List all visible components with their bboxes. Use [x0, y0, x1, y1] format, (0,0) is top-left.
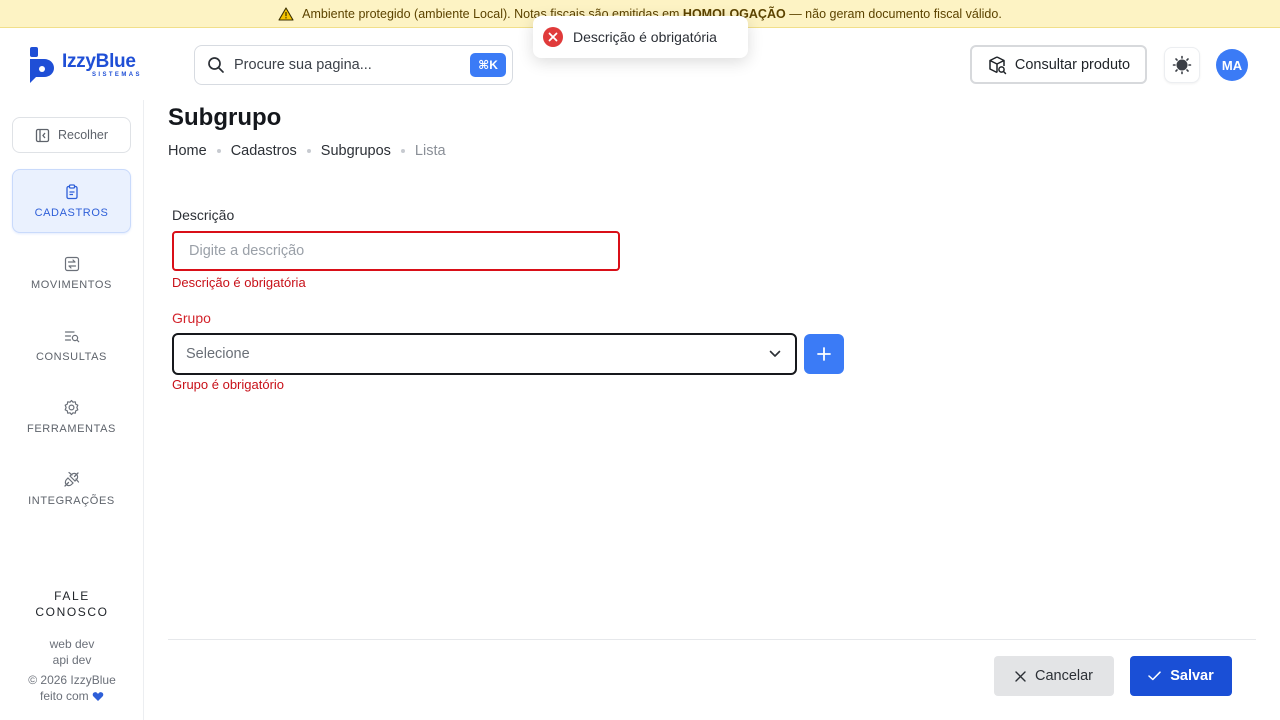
sidebar-item-label: FERRAMENTAS	[27, 423, 116, 435]
chevron-down-icon	[769, 350, 781, 357]
app-logo[interactable]: IzzyBlue SISTEMAS	[28, 44, 158, 86]
cancel-label: Cancelar	[1034, 668, 1094, 684]
add-grupo-button[interactable]	[804, 334, 844, 374]
search-icon	[208, 57, 224, 73]
sun-icon	[1172, 55, 1192, 75]
sidebar-item-label: MOVIMENTOS	[31, 278, 112, 291]
sidebar-item-cadastros[interactable]: CADASTROS	[12, 169, 131, 233]
sidebar: Recolher CADASTROS MOVIMENTOS CONSULTAS …	[0, 100, 144, 720]
api-version: api dev	[52, 653, 92, 667]
package-search-icon	[989, 55, 1007, 74]
grupo-label: Grupo	[172, 310, 211, 326]
descricao-input[interactable]	[172, 231, 620, 271]
logo-mark-icon	[30, 47, 54, 83]
plug-icon	[64, 471, 80, 487]
collapse-sidebar-button[interactable]: Recolher	[12, 117, 131, 153]
plus-icon	[817, 347, 831, 361]
sidebar-item-integracoes[interactable]: INTEGRAÇÕES	[12, 457, 131, 521]
save-button[interactable]: Salvar	[1130, 656, 1232, 696]
consult-product-label: Consultar produto	[1014, 56, 1131, 73]
copyright: © 2026 IzzyBlue	[28, 673, 116, 687]
sidebar-item-movimentos[interactable]: MOVIMENTOS	[12, 241, 131, 305]
close-icon	[1015, 670, 1026, 682]
page-search[interactable]: Procure sua pagina... ⌘K	[194, 45, 513, 85]
grupo-error: Grupo é obrigatório	[172, 377, 285, 392]
sidebar-item-label: INTEGRAÇÕES	[28, 495, 115, 507]
sidebar-item-label: CONSULTAS	[35, 350, 107, 363]
web-version: web dev	[49, 637, 95, 651]
user-avatar[interactable]: MA	[1216, 49, 1248, 81]
sidebar-footer: web dev api dev © 2026 IzzyBlue feito co…	[0, 636, 144, 704]
breadcrumb-separator	[306, 149, 311, 153]
contact-line-1: FALE	[54, 589, 90, 603]
grupo-select-value: Selecione	[186, 346, 250, 362]
breadcrumb-subgrupos[interactable]: Subgrupos	[321, 143, 391, 159]
contact-line-2: CONOSCO	[35, 605, 109, 619]
theme-toggle-button[interactable]	[1164, 47, 1200, 83]
made-with: feito com	[0, 688, 144, 704]
search-shortcut-badge: ⌘K	[470, 53, 506, 77]
descricao-label: Descrição	[172, 207, 235, 223]
grupo-select[interactable]: Selecione	[172, 333, 797, 375]
error-circle-icon	[543, 27, 563, 47]
breadcrumb-separator	[216, 149, 221, 153]
breadcrumb-home[interactable]: Home	[168, 143, 207, 159]
cancel-button[interactable]: Cancelar	[994, 656, 1114, 696]
consult-product-button[interactable]: Consultar produto	[970, 45, 1147, 84]
toast-message: Descrição é obrigatória	[573, 29, 717, 45]
clipboard-icon	[65, 183, 78, 199]
heart-icon	[92, 692, 104, 701]
breadcrumb-current: Lista	[414, 143, 446, 159]
search-placeholder: Procure sua pagina...	[234, 57, 372, 73]
breadcrumb-cadastros[interactable]: Cadastros	[231, 143, 297, 159]
breadcrumb-separator	[400, 149, 405, 153]
sidebar-item-label: CADASTROS	[34, 206, 109, 219]
sidebar-item-ferramentas[interactable]: FERRAMENTAS	[12, 385, 131, 449]
warning-icon	[278, 6, 294, 21]
contact-us-link[interactable]: FALE CONOSCO	[0, 588, 144, 620]
sidebar-item-consultas[interactable]: CONSULTAS	[12, 313, 131, 377]
footer-divider	[168, 639, 1256, 640]
save-label: Salvar	[1170, 668, 1214, 684]
breadcrumb: Home Cadastros Subgrupos Lista	[168, 143, 446, 159]
error-toast: Descrição é obrigatória	[533, 16, 748, 58]
transfer-icon	[64, 256, 79, 271]
logo-subtext: SISTEMAS	[92, 72, 142, 78]
list-search-icon	[64, 330, 79, 342]
check-icon	[1148, 671, 1161, 681]
collapse-label: Recolher	[57, 128, 109, 142]
descricao-error: Descrição é obrigatória	[172, 275, 306, 290]
logo-text: IzzyBlue	[62, 51, 136, 72]
gear-icon	[64, 399, 79, 416]
page-title: Subgrupo	[168, 104, 282, 131]
collapse-panel-icon	[35, 128, 50, 142]
